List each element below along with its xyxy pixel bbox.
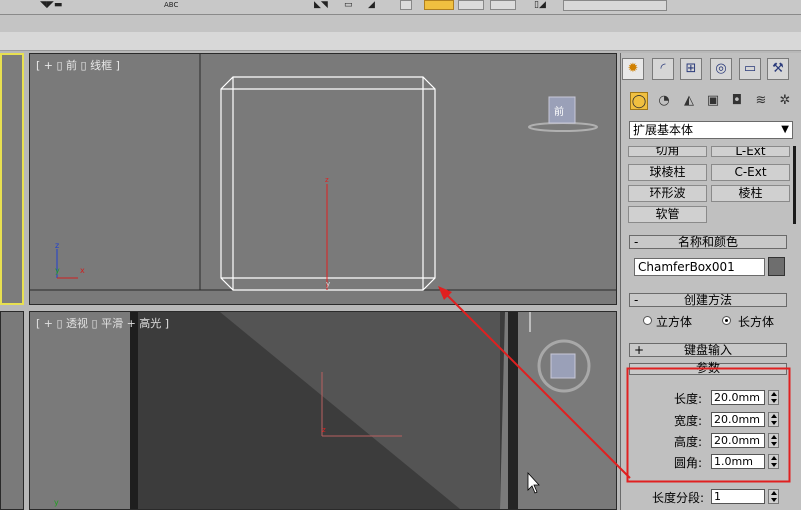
annotation-arrow-line [445,293,631,479]
highlight-box [626,367,791,483]
annotation-overlay [438,286,791,483]
